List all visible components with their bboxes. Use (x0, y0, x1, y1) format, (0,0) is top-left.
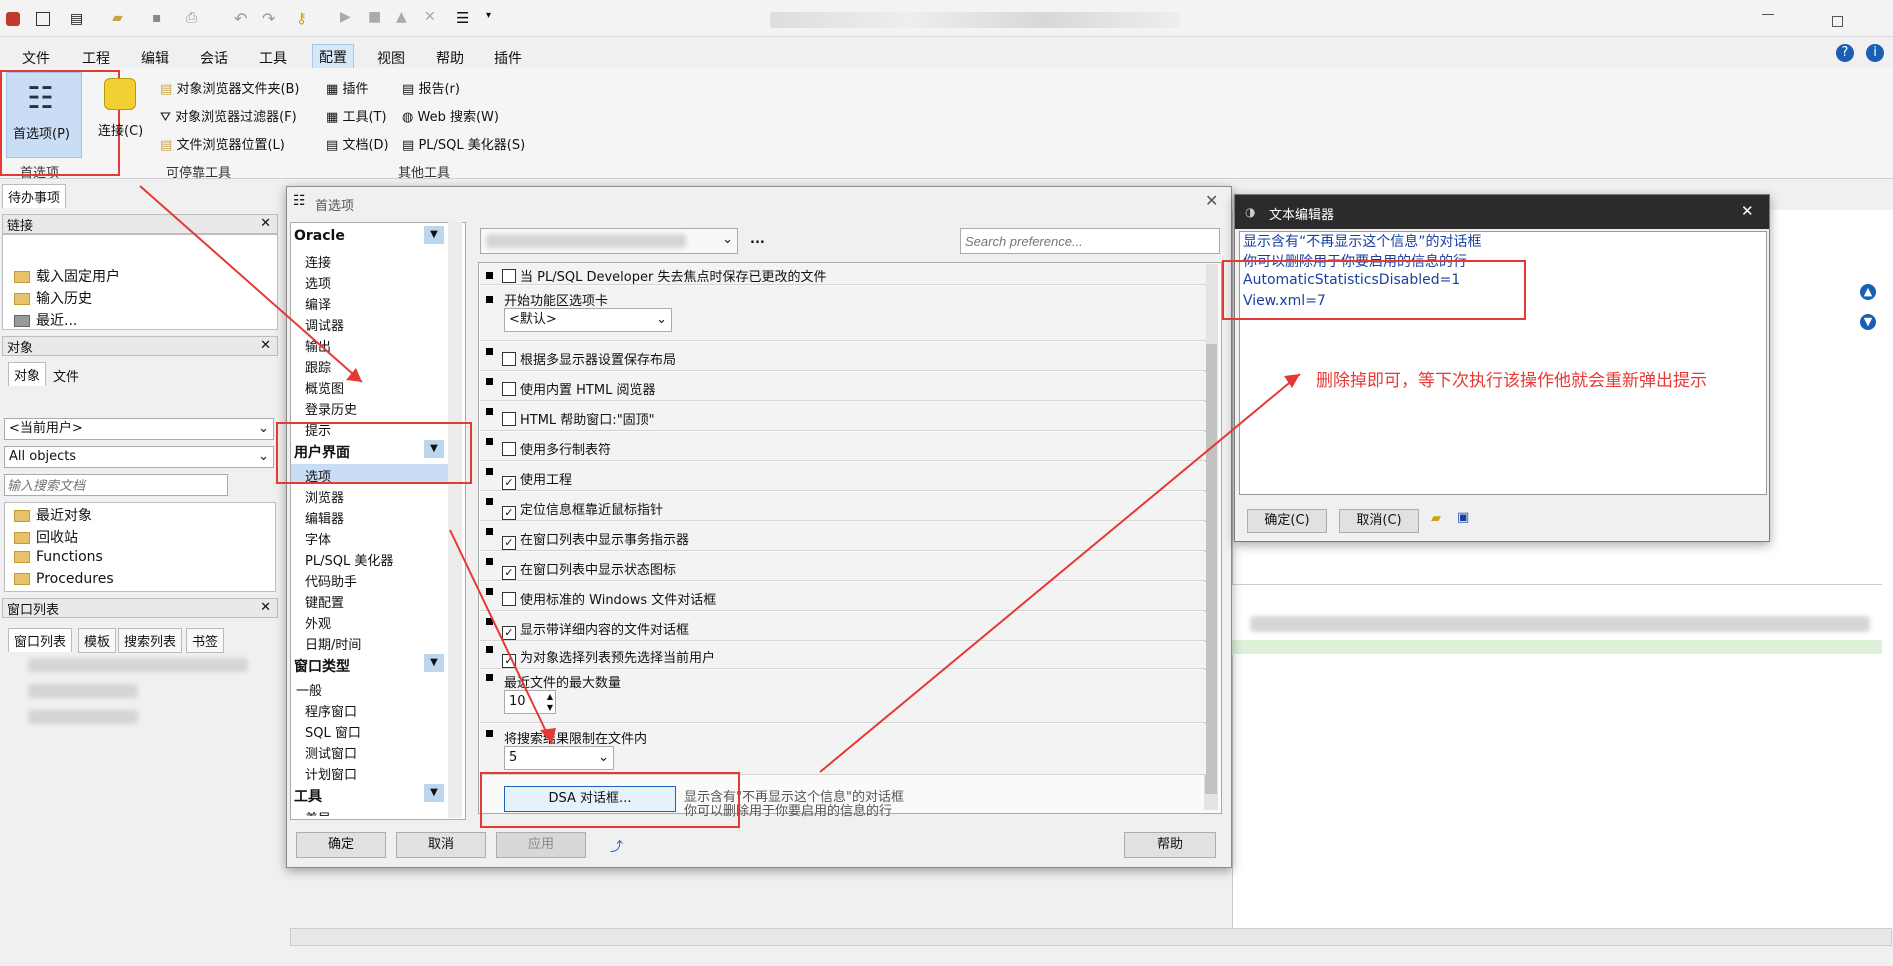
arrowhead-icon (540, 728, 556, 744)
arrow-to-ui-options (139, 185, 363, 383)
arrow-to-editor (819, 373, 1301, 773)
arrow-to-dsa (449, 529, 553, 745)
annotation-arrows (139, 185, 1301, 773)
